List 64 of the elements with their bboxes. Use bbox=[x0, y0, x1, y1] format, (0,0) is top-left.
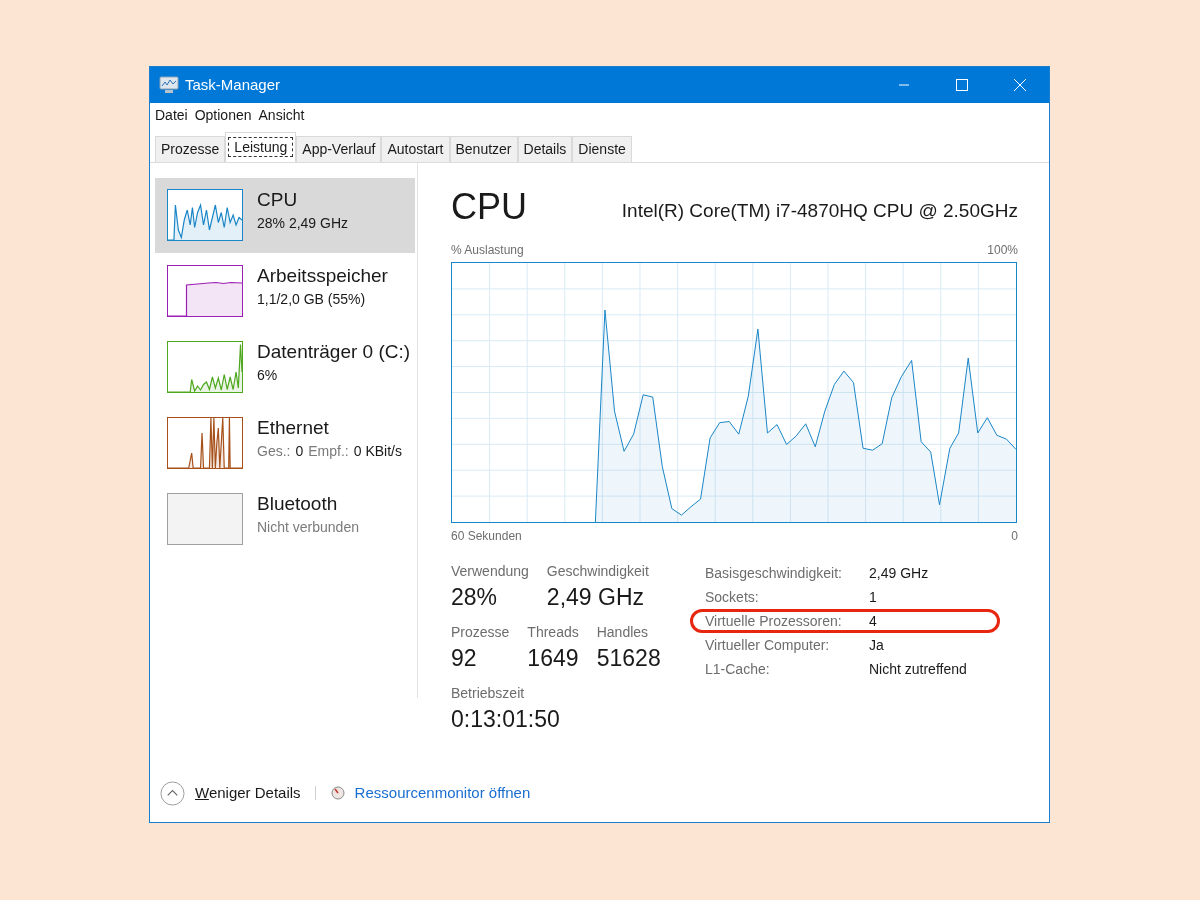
tab[interactable]: App-Verlauf bbox=[296, 136, 382, 162]
stat-value: 51628 bbox=[596, 644, 661, 673]
item-detail: 0 bbox=[295, 442, 304, 461]
stat-label: Geschwindigkeit bbox=[546, 562, 649, 581]
stat-value: 1649 bbox=[527, 644, 579, 673]
stat-label: Threads bbox=[527, 623, 579, 642]
item-detail: 28% 2,49 GHz bbox=[257, 214, 349, 233]
stat-value: 28% bbox=[451, 583, 499, 612]
window-title: Task-Manager bbox=[185, 74, 281, 95]
info-label: Virtueller Computer: bbox=[705, 635, 831, 655]
collapse-button[interactable]: Weniger Details bbox=[160, 780, 301, 806]
info-value: 1 bbox=[869, 587, 877, 607]
tab[interactable]: Benutzer bbox=[449, 136, 518, 162]
item-title: Ethernet bbox=[257, 416, 330, 440]
item-detail: Ges.: bbox=[257, 442, 291, 461]
monitor-icon bbox=[159, 76, 179, 94]
panel-title: CPU bbox=[451, 187, 527, 227]
tab[interactable]: Leistung bbox=[225, 132, 297, 162]
stat-value: 0:13:01:50 bbox=[451, 705, 560, 734]
axis-label: 100% bbox=[987, 242, 1018, 259]
menu-item[interactable]: Optionen bbox=[194, 105, 252, 126]
stat-label: Verwendung bbox=[451, 562, 529, 581]
stat-label: Handles bbox=[596, 623, 650, 642]
menu-item[interactable]: Ansicht bbox=[258, 105, 305, 126]
tab[interactable]: Dienste bbox=[572, 136, 632, 162]
sidebar-item[interactable]: Bluetooth Nicht verbunden bbox=[155, 482, 415, 557]
item-detail: 6% bbox=[257, 366, 278, 385]
axis-label: 0 bbox=[1011, 528, 1018, 545]
stat-label: Betriebszeit bbox=[451, 684, 526, 703]
stat-value: 2,49 GHz bbox=[546, 583, 645, 612]
tab[interactable]: Autostart bbox=[381, 136, 450, 162]
info-value: Nicht zutreffend bbox=[869, 659, 967, 679]
info-label: L1-Cache: bbox=[705, 659, 771, 679]
axis-label: 60 Sekunden bbox=[451, 528, 522, 545]
info-label: Basisgeschwindigkeit: bbox=[705, 563, 843, 583]
item-detail: 1,1/2,0 GB (55%) bbox=[257, 290, 366, 309]
info-value: Ja bbox=[869, 635, 884, 655]
chevron-up-icon bbox=[160, 780, 185, 806]
sidebar-item[interactable]: Datenträger 0 (C:) 6% bbox=[155, 330, 415, 405]
sidebar-item[interactable]: CPU 28% 2,49 GHz bbox=[155, 178, 415, 253]
item-detail: 0 KBit/s bbox=[353, 442, 402, 461]
maximize-icon bbox=[956, 79, 968, 91]
item-title: Datenträger 0 (C:) bbox=[257, 340, 411, 364]
item-title: CPU bbox=[257, 188, 299, 212]
stat-value: 92 bbox=[451, 644, 478, 673]
item-detail: Empf.: bbox=[308, 442, 349, 461]
sidebar-item[interactable]: Arbeitsspeicher 1,1/2,0 GB (55%) bbox=[155, 254, 415, 329]
info-value: 2,49 GHz bbox=[869, 563, 929, 583]
info-value: 4 bbox=[869, 611, 877, 631]
axis-label: % Auslastung bbox=[451, 242, 524, 259]
item-title: Bluetooth bbox=[257, 492, 339, 516]
info-label: Virtuelle Prozessoren: bbox=[705, 611, 843, 631]
stat-label: Prozesse bbox=[451, 623, 510, 642]
gauge-icon bbox=[330, 786, 345, 800]
item-title: Arbeitsspeicher bbox=[257, 264, 388, 288]
resource-monitor-link[interactable]: Ressourcenmonitor öffnen bbox=[354, 781, 531, 805]
item-detail: Nicht verbunden bbox=[257, 518, 359, 537]
sidebar-item[interactable]: Ethernet Ges.: 0 Empf.: 0 KBit/s bbox=[155, 406, 415, 481]
menu-item[interactable]: Datei bbox=[155, 105, 188, 126]
tab[interactable]: Prozesse bbox=[155, 136, 226, 162]
close-icon bbox=[1014, 79, 1026, 91]
info-label: Sockets: bbox=[705, 587, 760, 607]
tab[interactable]: Details bbox=[517, 136, 573, 162]
cpu-model: Intel(R) Core(TM) i7-4870HQ CPU @ 2.50GHz bbox=[621, 198, 1018, 223]
